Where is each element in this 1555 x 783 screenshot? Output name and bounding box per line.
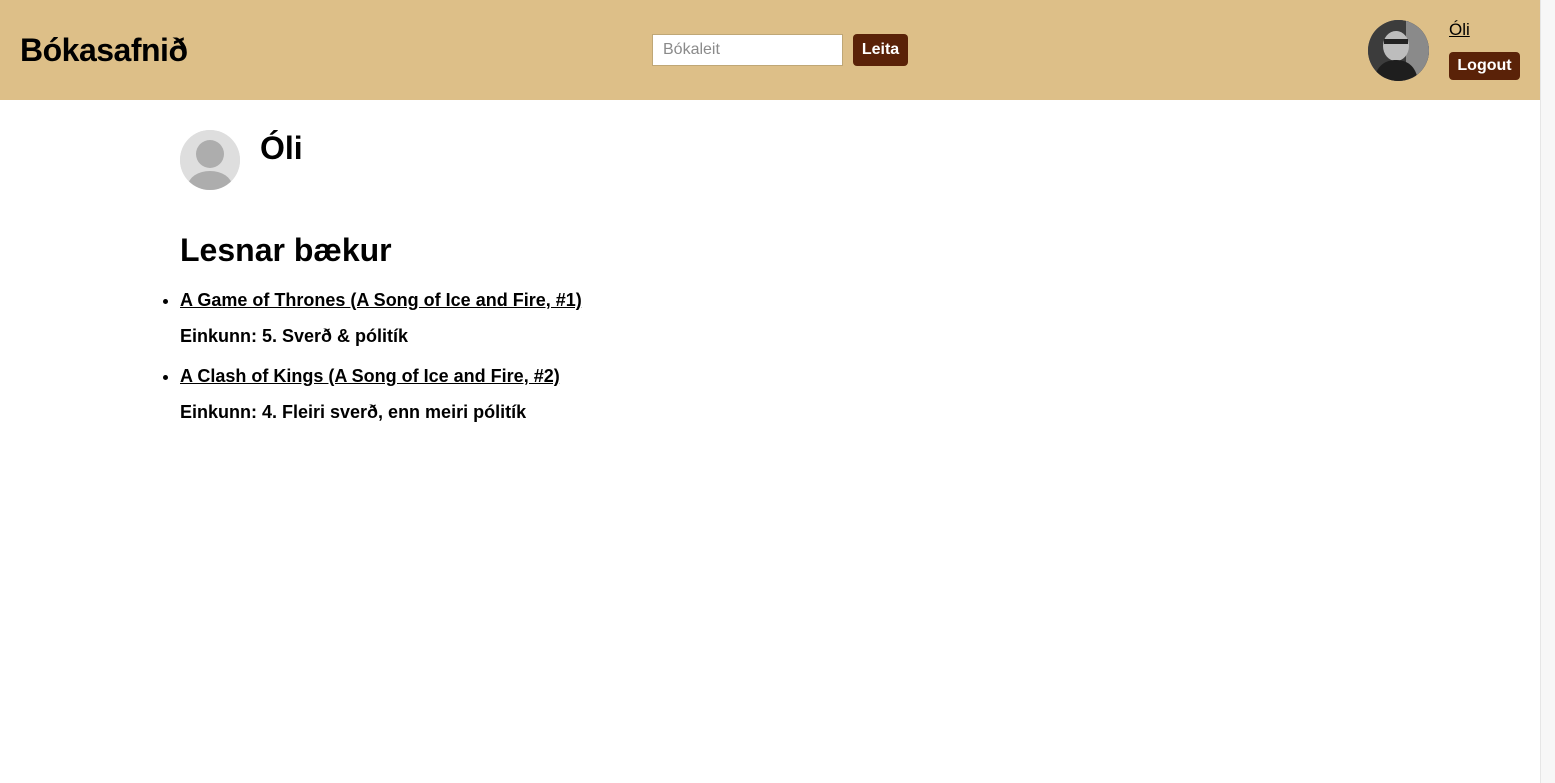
user-profile-link[interactable]: Óli (1449, 20, 1470, 40)
user-avatar[interactable] (1368, 20, 1429, 81)
site-title[interactable]: Bókasafnið (20, 31, 188, 69)
page: Bókasafnið Leita Óli Logout (0, 0, 1540, 783)
user-photo-icon (1368, 20, 1429, 81)
search-button[interactable]: Leita (853, 34, 908, 66)
list-item: A Game of Thrones (A Song of Ice and Fir… (180, 286, 780, 348)
book-review: Einkunn: 5. Sverð & pólitík (180, 326, 409, 346)
vertical-scrollbar[interactable] (1540, 0, 1555, 783)
read-books-list: A Game of Thrones (A Song of Ice and Fir… (180, 286, 780, 438)
profile-header: Óli (180, 130, 303, 190)
read-books-heading: Lesnar bækur (180, 232, 392, 268)
profile-name: Óli (260, 130, 303, 166)
default-avatar-icon (180, 130, 240, 190)
site-header: Bókasafnið Leita Óli Logout (0, 0, 1540, 100)
search-input[interactable] (652, 34, 843, 66)
search-form: Leita (652, 34, 908, 66)
profile-avatar (180, 130, 240, 190)
list-item: A Clash of Kings (A Song of Ice and Fire… (180, 362, 780, 424)
book-link[interactable]: A Game of Thrones (A Song of Ice and Fir… (180, 286, 582, 314)
logout-button[interactable]: Logout (1449, 52, 1520, 80)
book-link[interactable]: A Clash of Kings (A Song of Ice and Fire… (180, 362, 560, 390)
book-review: Einkunn: 4. Fleiri sverð, enn meiri póli… (180, 402, 527, 422)
